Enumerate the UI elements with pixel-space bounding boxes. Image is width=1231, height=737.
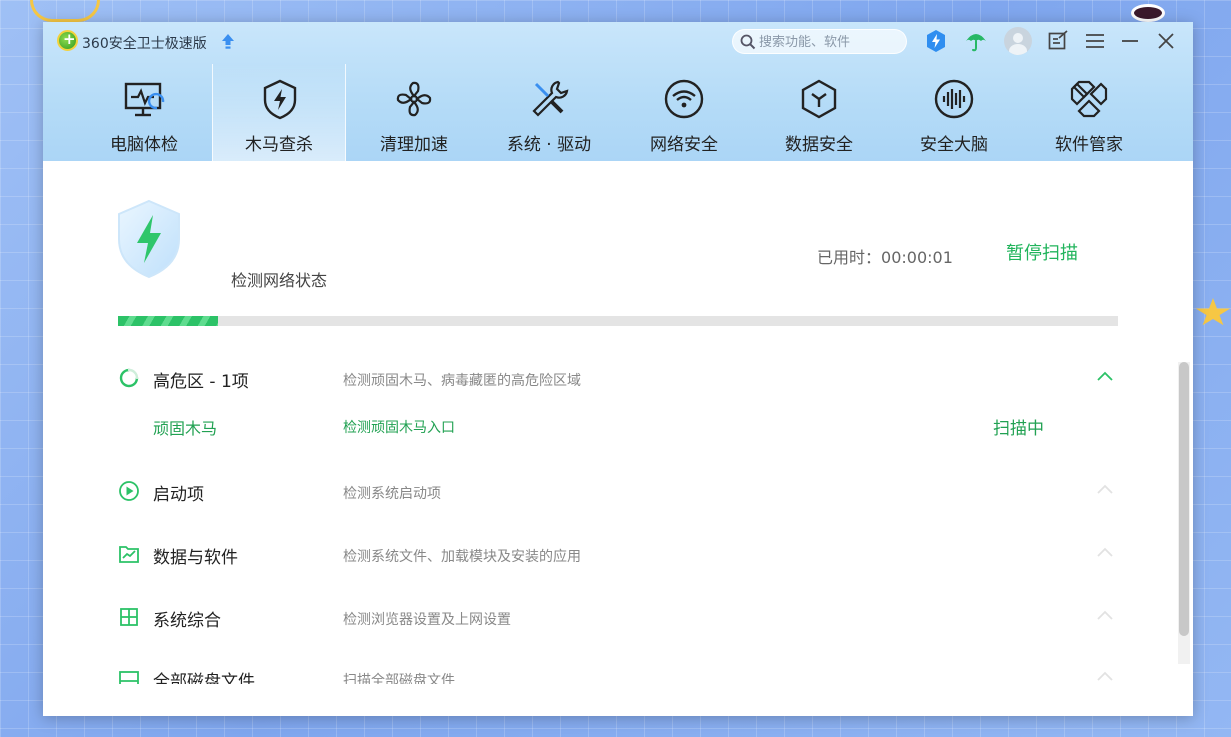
scan-progress-fill — [118, 316, 218, 326]
tab-network-security[interactable]: 网络安全 — [617, 64, 751, 161]
category-name: 全部磁盘文件 — [153, 672, 255, 684]
shield-lightning-icon — [118, 199, 180, 279]
category-name: 高危区 - 1项 — [153, 372, 249, 392]
category-row-system[interactable]: 系统综合 检测浏览器设置及上网设置 — [43, 596, 1178, 646]
category-name: 系统综合 — [153, 611, 221, 631]
pause-scan-button[interactable]: 暂停扫描 — [1006, 239, 1078, 265]
scrollbar-thumb[interactable] — [1179, 362, 1189, 636]
spinner-icon — [119, 368, 139, 388]
app-window: 360安全卫士极速版 — [43, 22, 1193, 716]
desktop-star-decoration — [1195, 298, 1231, 326]
search-icon — [740, 34, 756, 50]
wifi-icon — [664, 79, 704, 119]
speed-boost-icon[interactable] — [924, 29, 948, 53]
search-input[interactable] — [759, 32, 899, 52]
fan-icon — [396, 81, 432, 117]
main-nav: 电脑体检 木马查杀 清理加速 系统 · 驱动 网络安全 数据安全 安全大脑 软件… — [43, 64, 1193, 161]
monitor-checkup-icon — [124, 82, 165, 117]
tab-data-security[interactable]: 数据安全 — [752, 64, 886, 161]
play-circle-icon — [119, 481, 139, 501]
chevron-up-icon[interactable] — [1095, 543, 1115, 563]
category-row-data-software[interactable]: 数据与软件 检测系统文件、加载模块及安装的应用 — [43, 533, 1178, 583]
nav-label: 电脑体检 — [110, 135, 178, 155]
nav-label: 木马查杀 — [245, 135, 313, 155]
apps-icon — [1070, 80, 1108, 118]
tab-trojan-scan[interactable]: 木马查杀 — [212, 64, 346, 161]
scan-item-name: 顽固木马 — [153, 419, 218, 438]
app-logo-icon — [57, 30, 78, 51]
tab-pc-checkup[interactable]: 电脑体检 — [77, 64, 211, 161]
tab-cleanup-speedup[interactable]: 清理加速 — [347, 64, 481, 161]
upgrade-arrow-icon[interactable] — [221, 33, 235, 50]
scan-item-row: 顽固木马 检测顽固木马入口 扫描中 — [43, 407, 1178, 447]
feedback-icon[interactable] — [1046, 29, 1070, 53]
category-desc: 检测浏览器设置及上网设置 — [343, 612, 511, 628]
windows-icon — [120, 608, 138, 626]
nav-label: 系统 · 驱动 — [506, 135, 592, 155]
brain-wave-icon — [934, 79, 974, 119]
chevron-up-icon[interactable] — [1095, 367, 1115, 387]
scan-item-desc: 检测顽固木马入口 — [343, 420, 455, 436]
desktop-decoration — [30, 0, 100, 22]
window-header: 360安全卫士极速版 — [43, 22, 1193, 161]
close-icon[interactable] — [1154, 29, 1178, 53]
scan-item-status: 扫描中 — [993, 419, 1044, 439]
category-desc: 扫描全部磁盘文件 — [343, 673, 455, 684]
search-box[interactable] — [732, 29, 907, 54]
scan-panel: 检测网络状态 已用时：00:00:01 暂停扫描 高危区 - 1项 检测顽固木马… — [43, 161, 1193, 716]
nav-label: 安全大脑 — [920, 135, 988, 155]
scan-status-text: 检测网络状态 — [231, 271, 328, 290]
nav-label: 软件管家 — [1055, 135, 1123, 155]
menu-icon[interactable] — [1083, 29, 1107, 53]
cube-icon — [801, 79, 837, 119]
category-desc: 检测顽固木马、病毒藏匿的高危险区域 — [343, 373, 581, 389]
tab-system-driver[interactable]: 系统 · 驱动 — [482, 64, 616, 161]
shield-bolt-icon — [263, 79, 297, 120]
disk-icon — [119, 671, 139, 684]
category-row-high-risk[interactable]: 高危区 - 1项 检测顽固木马、病毒藏匿的高危险区域 — [43, 357, 1178, 407]
elapsed-value: 00:00:01 — [881, 248, 953, 267]
category-row-startup[interactable]: 启动项 检测系统启动项 — [43, 470, 1178, 520]
category-name: 数据与软件 — [153, 548, 238, 568]
scan-category-list: 高危区 - 1项 检测顽固木马、病毒藏匿的高危险区域 顽固木马 检测顽固木马入口… — [43, 357, 1178, 684]
chevron-up-icon[interactable] — [1095, 606, 1115, 626]
avatar[interactable] — [1004, 27, 1032, 55]
scan-progress-bar — [118, 316, 1118, 326]
elapsed-time: 已用时：00:00:01 — [817, 244, 953, 268]
nav-label: 清理加速 — [380, 135, 448, 155]
tools-icon — [532, 80, 569, 117]
category-desc: 检测系统启动项 — [343, 486, 441, 502]
tab-security-brain[interactable]: 安全大脑 — [887, 64, 1021, 161]
scrollbar[interactable] — [1178, 362, 1190, 664]
minimize-icon[interactable] — [1118, 29, 1142, 53]
nav-label: 数据安全 — [785, 135, 853, 155]
category-row-all-disk[interactable]: 全部磁盘文件 扫描全部磁盘文件 — [43, 657, 1178, 684]
desktop-decoration — [1131, 4, 1165, 22]
title-bar[interactable]: 360安全卫士极速版 — [43, 22, 1193, 62]
category-desc: 检测系统文件、加载模块及安装的应用 — [343, 549, 581, 565]
app-title: 360安全卫士极速版 — [82, 36, 207, 52]
nav-label: 网络安全 — [650, 135, 718, 155]
tab-software-manager[interactable]: 软件管家 — [1022, 64, 1156, 161]
chevron-up-icon[interactable] — [1095, 667, 1115, 684]
elapsed-label: 已用时： — [817, 248, 882, 267]
folder-chart-icon — [119, 546, 139, 563]
chevron-up-icon[interactable] — [1095, 480, 1115, 500]
umbrella-icon[interactable] — [964, 29, 988, 53]
category-name: 启动项 — [153, 485, 204, 505]
